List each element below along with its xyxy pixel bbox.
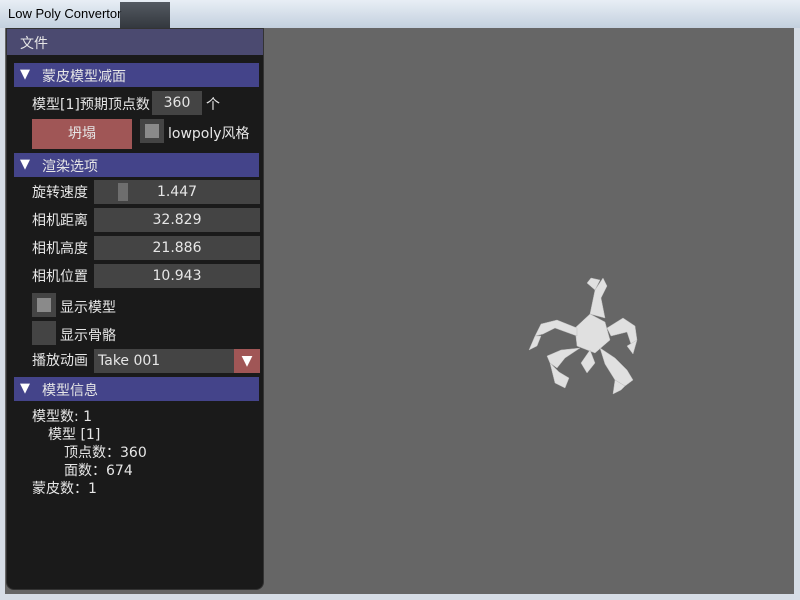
vertex-count-text: 顶点数：360 [64, 445, 147, 461]
target-vertex-unit: 个 [206, 97, 220, 113]
section-render-title: 渲染选项 [42, 159, 98, 175]
collapse-arrow-icon: ▼ [20, 67, 30, 82]
menu-file[interactable]: 文件 [20, 33, 48, 53]
combo-dropdown-icon[interactable]: ▼ [234, 349, 260, 373]
skin-count-text: 蒙皮数：1 [32, 481, 97, 497]
section-render-header[interactable]: ▼ 渲染选项 [14, 153, 259, 177]
show-skeleton-label: 显示骨骼 [60, 328, 116, 344]
camera-distance-label: 相机距离 [32, 213, 88, 229]
lowpoly-label: lowpoly风格 [168, 126, 250, 142]
collapse-arrow-icon: ▼ [20, 157, 30, 172]
section-info-title: 模型信息 [42, 383, 98, 399]
client-area: 文件 ▼ 蒙皮模型减面 模型[1]预期顶点数 360 个 坍塌 lowpoly风… [5, 28, 794, 594]
collapse-arrow-icon: ▼ [20, 381, 30, 396]
play-animation-label: 播放动画 [32, 353, 88, 369]
rendered-model [528, 277, 638, 395]
show-skeleton-checkbox[interactable] [32, 321, 56, 345]
show-model-label: 显示模型 [60, 300, 116, 316]
window-title: Low Poly Convertor [8, 6, 122, 21]
target-vertex-input[interactable]: 360 [152, 91, 202, 115]
rotate-speed-value: 1.447 [156, 184, 198, 200]
camera-distance-field[interactable]: 32.829 [94, 208, 260, 232]
menu-bar: 文件 [7, 29, 263, 55]
camera-position-field[interactable]: 10.943 [94, 264, 260, 288]
slider-grab-handle[interactable] [118, 183, 128, 201]
titlebar-glass-blur [120, 2, 170, 28]
animation-combo[interactable]: Take 001 ▼ [94, 349, 260, 373]
camera-height-field[interactable]: 21.886 [94, 236, 260, 260]
section-info-header[interactable]: ▼ 模型信息 [14, 377, 259, 401]
collapse-button[interactable]: 坍塌 [32, 119, 132, 149]
show-model-checkbox[interactable] [32, 293, 56, 317]
checkbox-mark-icon [37, 298, 51, 312]
animation-combo-value: Take 001 [98, 353, 161, 369]
model-count-text: 模型数: 1 [32, 409, 93, 425]
window-titlebar: Low Poly Convertor [0, 0, 800, 28]
face-count-text: 面数：674 [64, 463, 133, 479]
rotate-speed-label: 旋转速度 [32, 185, 88, 201]
section-reduce-header[interactable]: ▼ 蒙皮模型减面 [14, 63, 259, 87]
control-panel: 文件 ▼ 蒙皮模型减面 模型[1]预期顶点数 360 个 坍塌 lowpoly风… [6, 28, 264, 590]
camera-height-label: 相机高度 [32, 241, 88, 257]
camera-position-label: 相机位置 [32, 269, 88, 285]
section-reduce-title: 蒙皮模型减面 [42, 69, 126, 85]
target-vertex-label: 模型[1]预期顶点数 [32, 97, 150, 113]
checkbox-mark-icon [145, 124, 159, 138]
lowpoly-checkbox[interactable] [140, 119, 164, 143]
model-item-node[interactable]: 模型 [1] [48, 424, 100, 444]
3d-viewport[interactable] [265, 28, 794, 594]
rotate-speed-slider[interactable]: 1.447 [94, 180, 260, 204]
